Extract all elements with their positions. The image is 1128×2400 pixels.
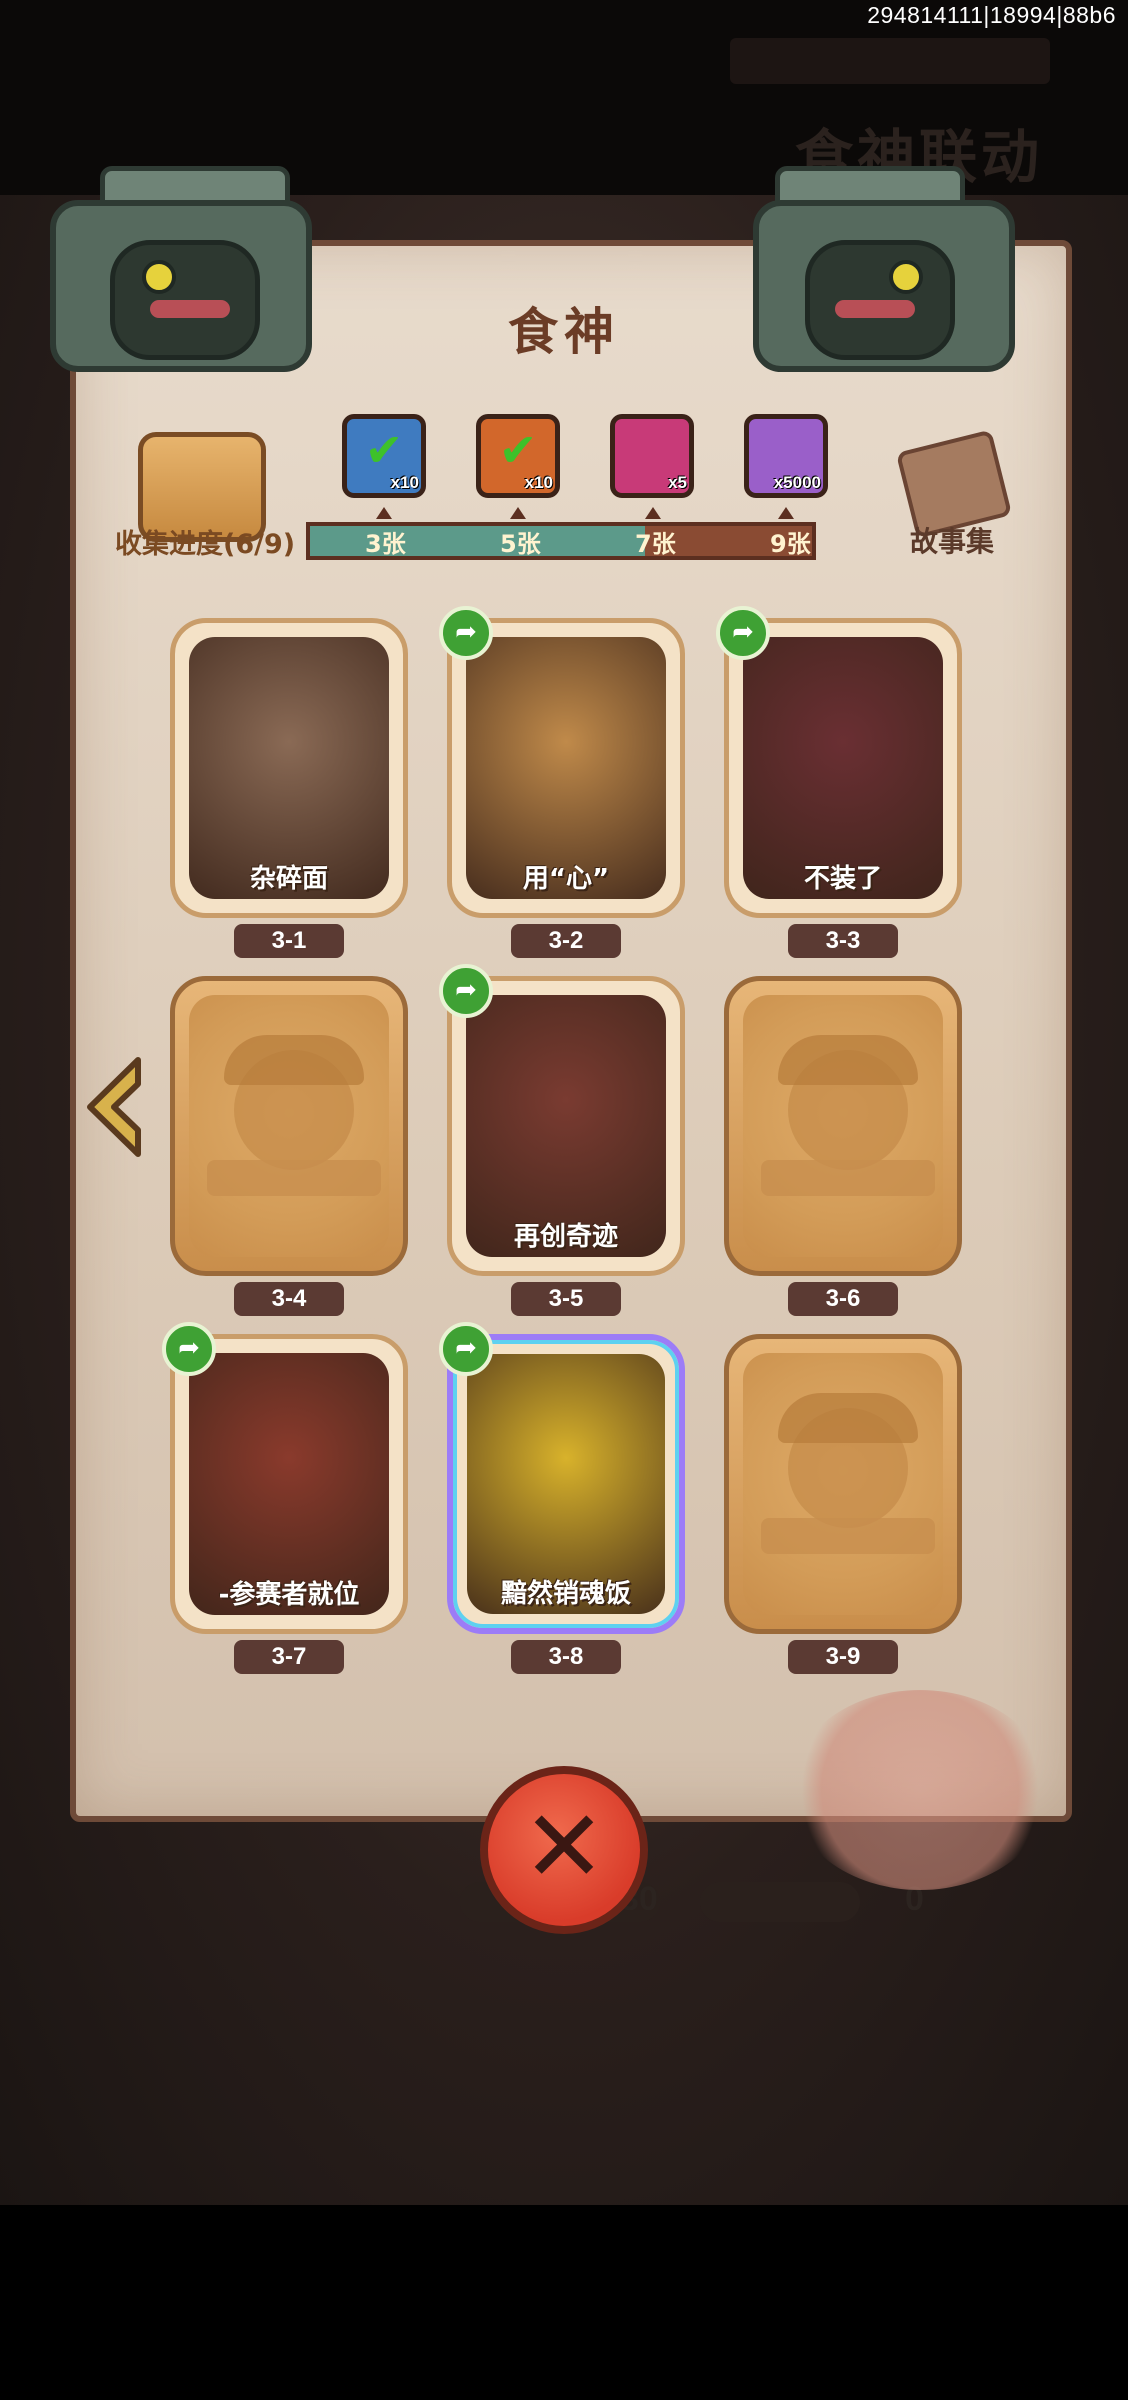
reward-quantity: x5: [668, 473, 687, 492]
card-number-tag: 3-1: [234, 924, 344, 958]
story-collection-label[interactable]: 故事集: [910, 520, 994, 560]
locked-card-placeholder: [189, 995, 389, 1257]
share-arrow-icon[interactable]: ➦: [439, 964, 493, 1018]
card-number-tag: 3-9: [788, 1640, 898, 1674]
reward-quantity: x10: [390, 473, 419, 492]
collection-progress-bar: 3张 5张 7张 9张: [306, 522, 816, 560]
milestone-label: 5张: [500, 530, 541, 558]
ticket-reward-icon[interactable]: ✔ x10: [476, 414, 560, 498]
camera-decoration-left: [30, 160, 330, 410]
share-arrow-icon[interactable]: ➦: [439, 1322, 493, 1376]
milestone-pointer: [645, 507, 661, 519]
card-title: 杂碎面: [249, 864, 328, 894]
milestone-pointer: [376, 507, 392, 519]
milestone-pointer: [510, 507, 526, 519]
share-arrow-icon[interactable]: ➦: [716, 606, 770, 660]
milestone-pointer: [778, 507, 794, 519]
story-card[interactable]: [170, 976, 408, 1276]
ticket-reward-icon[interactable]: ✔ x10: [342, 414, 426, 498]
wax-seal-stamp: [790, 1690, 1050, 1890]
story-card[interactable]: 用“心”: [447, 618, 685, 918]
reward-quantity: x10: [524, 473, 553, 492]
locked-card-placeholder: [743, 995, 943, 1257]
story-card[interactable]: 杂碎面: [170, 618, 408, 918]
crystal-reward-icon[interactable]: x5000: [744, 414, 828, 498]
reward-quantity: x5000: [773, 473, 821, 492]
story-card[interactable]: [724, 976, 962, 1276]
build-id-text: 294814111|18994|88b6: [867, 2, 1116, 28]
card-title: 不装了: [803, 864, 882, 894]
progress-fill: [310, 526, 645, 556]
claimed-check-icon: ✔: [498, 423, 538, 477]
camera-decoration-right: [735, 160, 1035, 410]
card-number-tag: 3-6: [788, 1282, 898, 1316]
collection-progress-label: 收集进度(6/9): [115, 529, 296, 560]
share-arrow-icon[interactable]: ➦: [439, 606, 493, 660]
story-card[interactable]: 再创奇迹: [447, 976, 685, 1276]
story-card[interactable]: -参赛者就位: [170, 1334, 408, 1634]
share-arrow-icon[interactable]: ➦: [162, 1322, 216, 1376]
story-card[interactable]: 黯然销魂饭: [447, 1334, 685, 1634]
story-card[interactable]: [724, 1334, 962, 1634]
card-number-tag: 3-8: [511, 1640, 621, 1674]
dialog-title: 食神: [508, 303, 620, 361]
card-title: -参赛者就位: [218, 1580, 360, 1610]
card-title: 再创奇迹: [513, 1222, 618, 1252]
close-button[interactable]: ✕: [480, 1766, 648, 1934]
card-number-tag: 3-4: [234, 1282, 344, 1316]
bottom-letterbox: [0, 2205, 1128, 2400]
disc-reward-icon[interactable]: x5: [610, 414, 694, 498]
card-number-tag: 3-3: [788, 924, 898, 958]
close-icon: ✕: [522, 1788, 606, 1905]
background-counter-bar-2: [700, 1882, 860, 1922]
locked-card-placeholder: [743, 1353, 943, 1615]
claimed-check-icon: ✔: [364, 423, 404, 477]
milestone-label: 7张: [635, 530, 676, 558]
card-number-tag: 3-7: [234, 1640, 344, 1674]
milestone-label: 9张: [770, 530, 811, 558]
background-event-button: [730, 38, 1050, 84]
card-title: 黯然销魂饭: [500, 1579, 631, 1609]
card-number-tag: 3-5: [511, 1282, 621, 1316]
card-title: 用“心”: [522, 864, 610, 894]
story-card[interactable]: 不装了: [724, 618, 962, 918]
card-number-tag: 3-2: [511, 924, 621, 958]
milestone-label: 3张: [365, 530, 406, 558]
prev-page-arrow-icon[interactable]: [78, 1052, 148, 1162]
